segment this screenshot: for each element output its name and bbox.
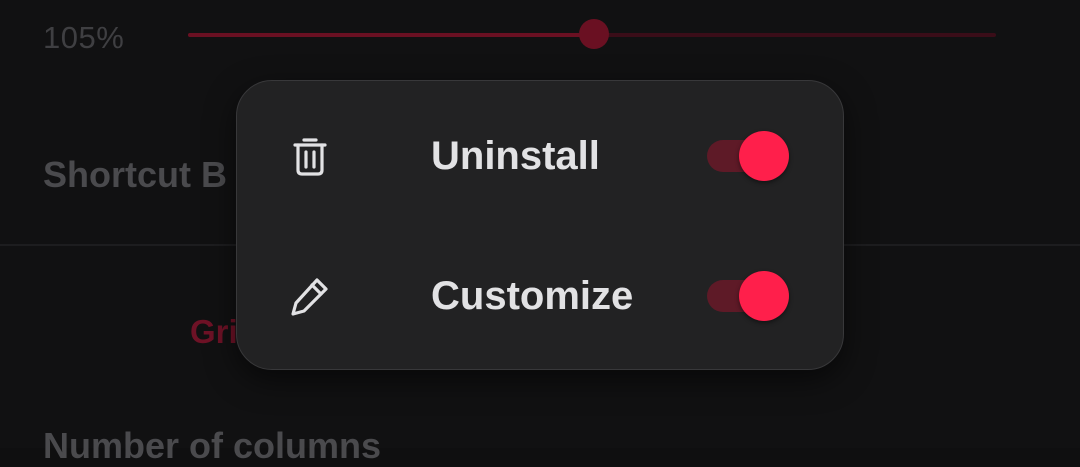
menu-item-label: Uninstall: [431, 134, 600, 178]
tab-grid[interactable]: Gri: [190, 313, 238, 351]
toggle-thumb: [739, 131, 789, 181]
columns-setting-label[interactable]: Number of columns: [43, 425, 381, 467]
customize-toggle[interactable]: [707, 271, 791, 321]
zoom-slider-thumb[interactable]: [578, 19, 609, 49]
menu-item-customize[interactable]: Customize: [237, 231, 843, 361]
zoom-slider-fill: [188, 33, 594, 37]
pencil-icon: [287, 273, 333, 319]
uninstall-toggle[interactable]: [707, 131, 791, 181]
zoom-slider[interactable]: [188, 19, 996, 49]
toggle-thumb: [739, 271, 789, 321]
menu-item-label: Customize: [431, 274, 634, 318]
shortcut-options-popup: Uninstall Customize: [236, 80, 844, 370]
zoom-value-label: 105%: [43, 20, 125, 55]
trash-icon: [287, 133, 333, 179]
menu-item-uninstall[interactable]: Uninstall: [237, 91, 843, 221]
shortcut-section-label: Shortcut B: [43, 154, 227, 195]
